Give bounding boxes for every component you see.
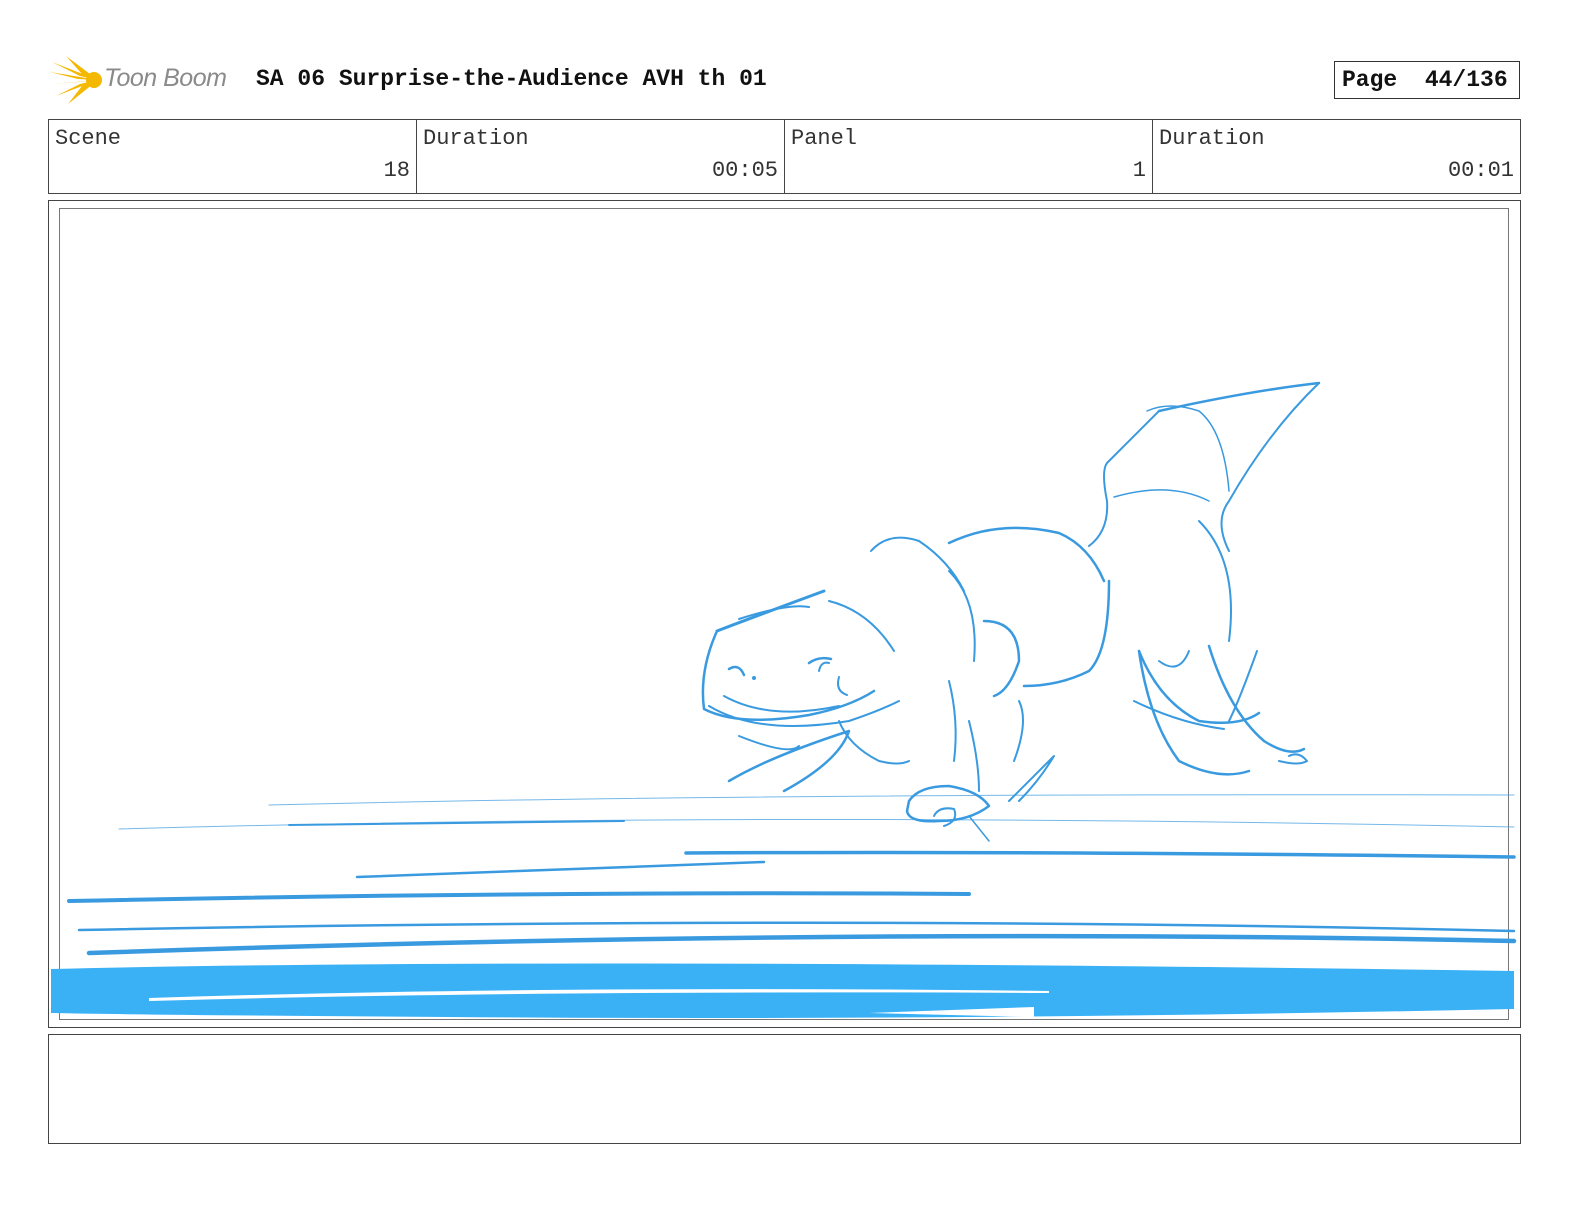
scene-value: 18	[383, 158, 410, 183]
panel-duration-label: Duration	[1159, 126, 1265, 151]
scene-duration-value: 00:05	[711, 158, 778, 183]
panel-duration-value: 00:01	[1447, 158, 1514, 183]
toon-boom-logo: Toon Boom	[50, 56, 240, 106]
panel-duration-cell: Duration 00:01	[1153, 120, 1520, 193]
notes-box	[48, 1034, 1521, 1144]
panel-value: 1	[1132, 158, 1146, 183]
panel-sketch	[51, 381, 1517, 1018]
document-title: SA 06 Surprise-the-Audience AVH th 01	[256, 66, 767, 92]
starburst-icon	[50, 56, 102, 104]
panel-cell: Panel 1	[785, 120, 1153, 193]
scene-cell: Scene 18	[49, 120, 417, 193]
storyboard-panel	[48, 200, 1521, 1028]
logo-text: Toon Boom	[104, 64, 227, 92]
panel-info-table: Scene 18 Duration 00:05 Panel 1 Duration…	[48, 119, 1521, 194]
creature-sketch	[701, 381, 1321, 842]
panel-label: Panel	[791, 126, 858, 151]
scene-duration-cell: Duration 00:05	[417, 120, 785, 193]
page-number: Page 44/136	[1334, 61, 1520, 99]
scene-duration-label: Duration	[423, 126, 529, 151]
scene-label: Scene	[55, 126, 122, 151]
